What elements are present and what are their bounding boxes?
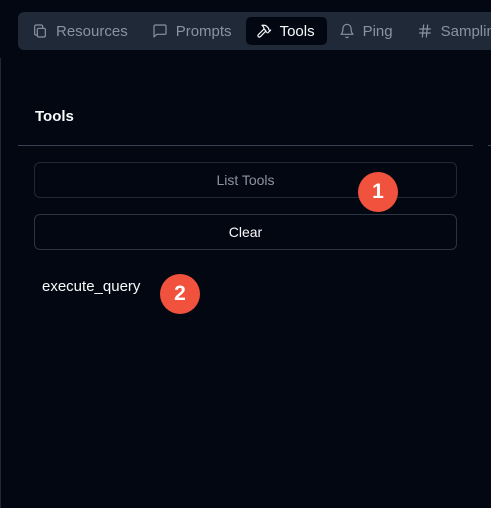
tab-sampling[interactable]: Samplin bbox=[407, 17, 491, 45]
annotation-badge-2: 2 bbox=[160, 274, 200, 314]
title-divider bbox=[18, 145, 473, 146]
clear-button[interactable]: Clear bbox=[34, 214, 457, 250]
tab-bar: Resources Prompts Tools Ping Samplin bbox=[18, 12, 491, 50]
panel-title: Tools bbox=[35, 108, 74, 125]
bell-icon bbox=[339, 23, 355, 39]
tab-resources-label: Resources bbox=[56, 22, 128, 40]
tab-tools-label: Tools bbox=[279, 22, 315, 40]
hash-icon bbox=[417, 23, 433, 39]
tab-ping-label: Ping bbox=[362, 22, 393, 40]
app-page: Resources Prompts Tools Ping Samplin Too… bbox=[0, 0, 491, 508]
copy-icon bbox=[32, 23, 48, 39]
left-border bbox=[0, 58, 1, 508]
tab-prompts[interactable]: Prompts bbox=[142, 17, 244, 45]
annotation-badge-1: 1 bbox=[358, 172, 398, 212]
tab-ping[interactable]: Ping bbox=[329, 17, 405, 45]
tab-prompts-label: Prompts bbox=[175, 22, 232, 40]
tab-tools[interactable]: Tools bbox=[245, 17, 327, 45]
hammer-icon bbox=[256, 23, 272, 39]
message-square-icon bbox=[152, 23, 168, 39]
tab-sampling-label: Samplin bbox=[440, 22, 491, 40]
tab-resources[interactable]: Resources bbox=[22, 17, 140, 45]
tool-item-execute-query[interactable]: execute_query bbox=[42, 278, 140, 295]
